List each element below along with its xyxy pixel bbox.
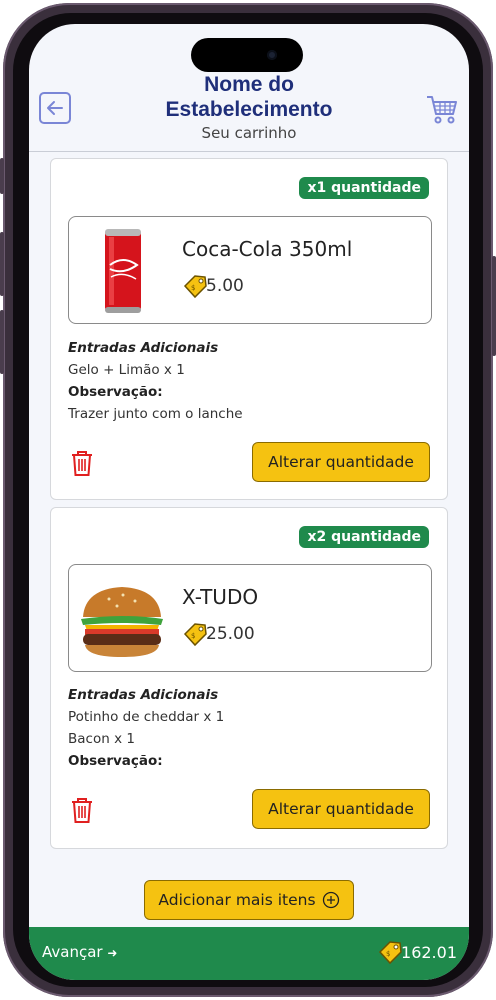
price-tag-icon: $ (378, 941, 402, 965)
camera-icon (267, 50, 277, 60)
extra-item: Bacon x 1 (68, 731, 135, 747)
price-tag-icon: $ (183, 275, 207, 299)
advance-button[interactable]: Avançar ➜ (42, 943, 117, 961)
side-button-left-1 (0, 158, 4, 194)
alter-quantity-button[interactable]: Alterar quantidade (252, 442, 430, 482)
plus-circle-icon (322, 891, 339, 909)
item-details: Entradas Adicionais Potinho de cheddar x… (68, 684, 224, 772)
title-line-2: Estabelecimento (165, 98, 333, 121)
cart-item-card: x1 quantidade Coca-Cola 350ml $ 5.00 Ent… (50, 158, 448, 500)
cart-item-card: x2 quantidade X-TUDO $ 25.00 Entradas Ad… (50, 507, 448, 849)
delete-item-button[interactable] (69, 796, 95, 824)
back-button[interactable] (39, 92, 71, 124)
product-price: 5.00 (206, 276, 244, 296)
add-more-items-button[interactable]: Adicionar mais itens (144, 880, 354, 920)
burger-image (79, 573, 165, 665)
app-header: Nome do Estabelecimento Seu carrinho (29, 72, 469, 152)
trash-icon (72, 451, 92, 476)
side-button-left-2 (0, 232, 4, 296)
extra-item: Gelo + Limão x 1 (68, 362, 185, 378)
side-button-right (492, 256, 496, 356)
observation-label: Observação: (68, 384, 163, 400)
shopping-cart-icon (427, 96, 457, 124)
checkout-footer: Avançar ➜ $ 162.01 (29, 927, 469, 980)
svg-text:$: $ (191, 284, 195, 292)
delete-item-button[interactable] (69, 449, 95, 477)
observation-text: Trazer junto com o lanche (68, 406, 243, 422)
page-subtitle: Seu carrinho (201, 124, 297, 142)
trash-icon (72, 798, 92, 823)
alter-quantity-button[interactable]: Alterar quantidade (252, 789, 430, 829)
arrow-right-icon: ➜ (107, 946, 118, 960)
extra-item: Potinho de cheddar x 1 (68, 709, 225, 725)
product-name: X-TUDO (182, 585, 259, 609)
screen: Nome do Estabelecimento Seu carrinho x1 … (29, 24, 469, 980)
product-name: Coca-Cola 350ml (182, 237, 353, 261)
item-details: Entradas Adicionais Gelo + Limão x 1 Obs… (68, 337, 243, 425)
dynamic-island (191, 38, 303, 72)
page-title: Nome do Estabelecimento (99, 72, 399, 122)
side-button-left-3 (0, 310, 4, 374)
add-more-label: Adicionar mais itens (158, 891, 316, 909)
price-row: $ 25.00 (182, 621, 255, 647)
price-row: $ 5.00 (182, 273, 244, 299)
svg-text:$: $ (191, 632, 195, 640)
extras-heading: Entradas Adicionais (68, 687, 219, 703)
price-tag-icon: $ (183, 623, 207, 647)
product-box: X-TUDO $ 25.00 (68, 564, 432, 672)
total-row: $ 162.01 (377, 939, 457, 965)
soda-can-image (79, 225, 165, 317)
title-line-1: Nome do (204, 73, 294, 96)
svg-text:$: $ (386, 950, 390, 958)
quantity-badge: x2 quantidade (299, 526, 429, 548)
cart-total: 162.01 (401, 942, 457, 962)
product-price: 25.00 (206, 624, 255, 644)
observation-label: Observação: (68, 753, 163, 769)
advance-label: Avançar (42, 943, 103, 961)
extras-heading: Entradas Adicionais (68, 340, 219, 356)
cart-button[interactable] (425, 94, 459, 126)
quantity-badge: x1 quantidade (299, 177, 429, 199)
product-box: Coca-Cola 350ml $ 5.00 (68, 216, 432, 324)
arrow-left-icon (47, 101, 63, 115)
